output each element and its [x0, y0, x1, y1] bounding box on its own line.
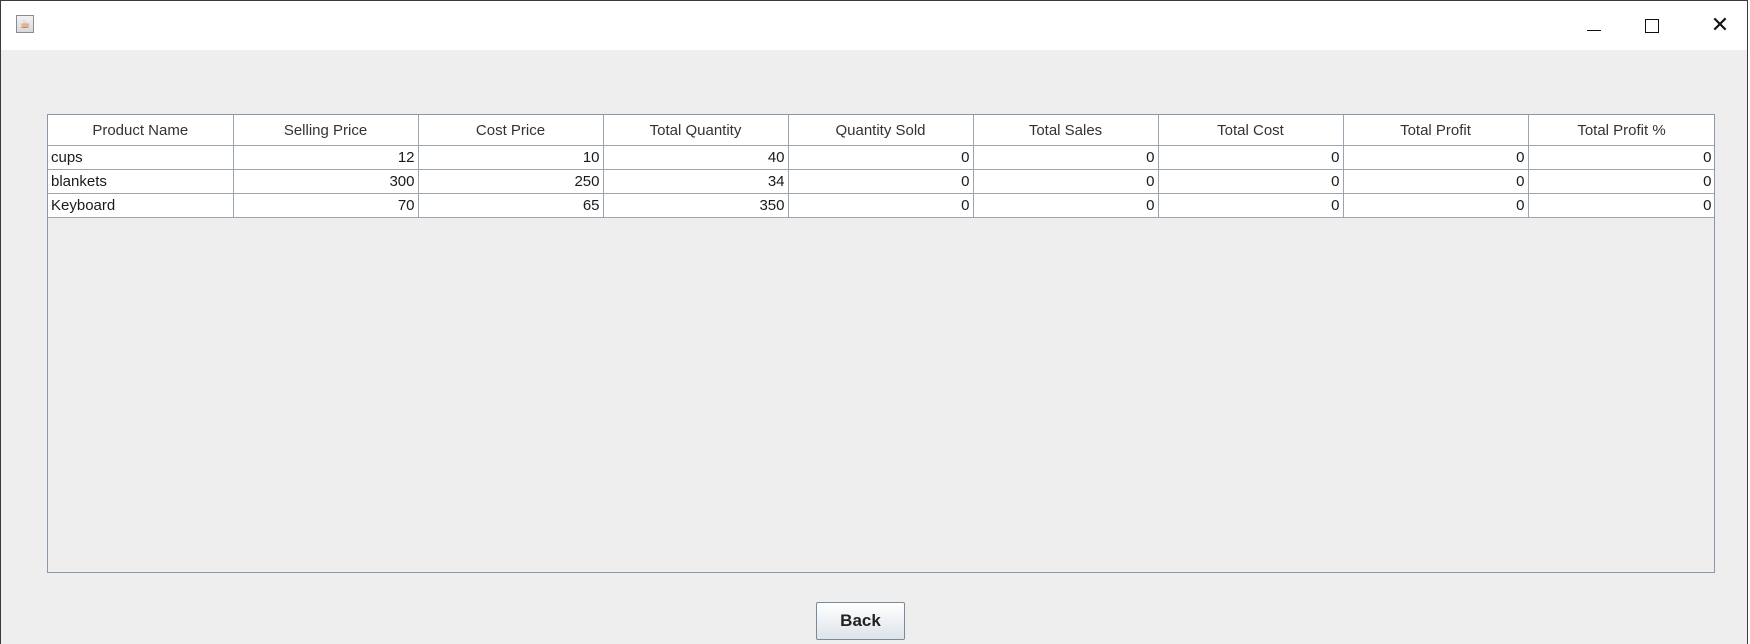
table-cell[interactable]: 70 — [233, 193, 419, 218]
table-cell[interactable]: blankets — [48, 169, 234, 194]
column-header[interactable]: Selling Price — [233, 115, 419, 146]
column-header[interactable]: Quantity Sold — [788, 115, 974, 146]
table-cell[interactable]: 0 — [973, 169, 1159, 194]
column-header[interactable]: Total Profit — [1343, 115, 1529, 146]
close-button[interactable]: ✕ — [1691, 1, 1749, 50]
table-cell[interactable]: 0 — [973, 145, 1159, 170]
products-table: Product Name Selling Price Cost Price To… — [48, 115, 1714, 218]
table-row[interactable]: blankets 300 250 34 0 0 0 0 0 — [48, 169, 1714, 194]
table-cell[interactable]: 300 — [233, 169, 419, 194]
maximize-icon — [1645, 18, 1659, 33]
table-cell[interactable]: 0 — [973, 193, 1159, 218]
column-header[interactable]: Total Quantity — [603, 115, 789, 146]
table-cell[interactable]: 65 — [418, 193, 604, 218]
back-button[interactable]: Back — [816, 602, 905, 640]
column-header[interactable]: Product Name — [48, 115, 234, 146]
maximize-button[interactable] — [1623, 1, 1681, 50]
table-cell[interactable]: 40 — [603, 145, 789, 170]
java-app-icon: ☕ — [16, 15, 34, 33]
table-cell[interactable]: Keyboard — [48, 193, 234, 218]
table-cell[interactable]: 0 — [1528, 169, 1714, 194]
table-cell[interactable]: cups — [48, 145, 234, 170]
table-cell[interactable]: 0 — [1528, 193, 1714, 218]
table-cell[interactable]: 0 — [1158, 193, 1344, 218]
table-cell[interactable]: 34 — [603, 169, 789, 194]
table-cell[interactable]: 12 — [233, 145, 419, 170]
close-icon: ✕ — [1710, 11, 1730, 37]
table-cell[interactable]: 0 — [1343, 193, 1529, 218]
minimize-button[interactable] — [1565, 1, 1623, 50]
app-window: ☕ ✕ Product Name Selling Price Cost Pric… — [0, 0, 1748, 644]
table-cell[interactable]: 10 — [418, 145, 604, 170]
title-bar: ☕ ✕ — [1, 1, 1747, 50]
table-header-row: Product Name Selling Price Cost Price To… — [48, 115, 1714, 146]
table-cell[interactable]: 250 — [418, 169, 604, 194]
table-cell[interactable]: 0 — [1528, 145, 1714, 170]
column-header[interactable]: Total Profit % — [1528, 115, 1714, 146]
table-cell[interactable]: 0 — [788, 169, 974, 194]
table-row[interactable]: cups 12 10 40 0 0 0 0 0 — [48, 145, 1714, 170]
minimize-icon — [1587, 30, 1601, 31]
table-cell[interactable]: 0 — [788, 145, 974, 170]
table-cell[interactable]: 0 — [1343, 169, 1529, 194]
column-header[interactable]: Total Cost — [1158, 115, 1344, 146]
table-scroll-pane[interactable]: Product Name Selling Price Cost Price To… — [47, 114, 1715, 573]
table-cell[interactable]: 0 — [788, 193, 974, 218]
table-row[interactable]: Keyboard 70 65 350 0 0 0 0 0 — [48, 193, 1714, 218]
table-cell[interactable]: 0 — [1158, 169, 1344, 194]
column-header[interactable]: Total Sales — [973, 115, 1159, 146]
column-header[interactable]: Cost Price — [418, 115, 604, 146]
table-cell[interactable]: 0 — [1158, 145, 1344, 170]
table-cell[interactable]: 0 — [1343, 145, 1529, 170]
table-cell[interactable]: 350 — [603, 193, 789, 218]
